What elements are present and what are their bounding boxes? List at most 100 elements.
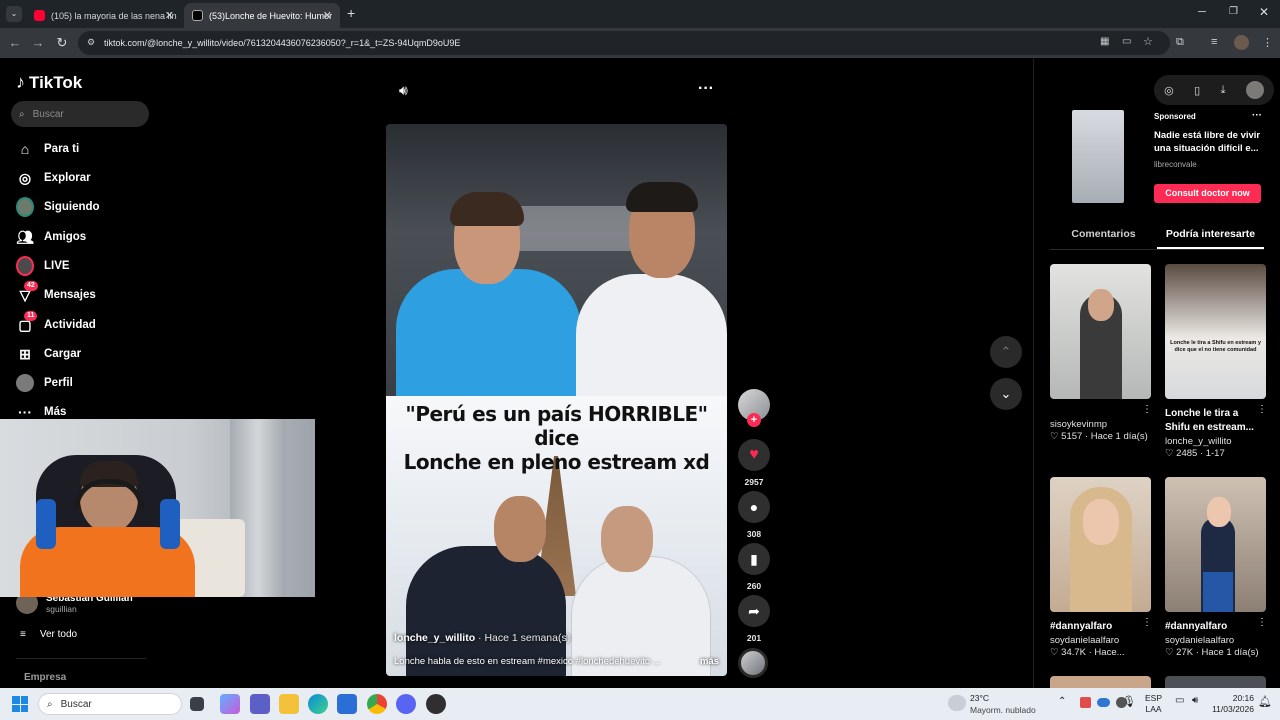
card-user[interactable]: lonche_y_willito xyxy=(1165,436,1266,447)
search-input[interactable]: ⌕ Buscar xyxy=(11,101,149,127)
obs-icon[interactable] xyxy=(426,694,446,714)
more-button[interactable]: más xyxy=(700,656,719,667)
back-icon[interactable]: ← xyxy=(7,35,23,50)
recommended-video-card[interactable]: #dannyalfaro soydanielaalfaro ♡ 27K · Ha… xyxy=(1165,477,1267,658)
sound-disc-button[interactable] xyxy=(738,648,770,678)
comment-button[interactable]: ● 308 xyxy=(738,491,770,539)
video-thumbnail[interactable] xyxy=(1050,264,1151,399)
reading-list-icon[interactable]: ≡ xyxy=(1211,36,1217,48)
share-button[interactable]: ➦ 201 xyxy=(738,595,770,643)
site-info-icon[interactable]: ⚙ xyxy=(87,37,95,48)
save-button[interactable]: ▮ 260 xyxy=(738,543,770,591)
recommended-video-card[interactable]: #dannyalfaro soydanielaalfaro ♡ 34.7K · … xyxy=(1050,477,1152,658)
recommended-video-card[interactable]: Lonche le tira a Shifu en estream y dice… xyxy=(1165,264,1267,459)
teams-icon[interactable] xyxy=(250,694,270,714)
bookmark-star-icon[interactable]: ☆ xyxy=(1143,35,1153,48)
cast-icon[interactable]: ▭ xyxy=(1122,36,1131,47)
browser-tab-tiktok[interactable]: (53)Lonche de Huevito: Humor ✕ xyxy=(184,3,340,28)
ad-cta-button[interactable]: Consult doctor now xyxy=(1154,184,1261,203)
sidebar-item-cargar[interactable]: ⊞ Cargar xyxy=(16,345,81,363)
new-tab-button[interactable]: + xyxy=(347,5,355,21)
tab-podria-interesarte[interactable]: Podría interesarte xyxy=(1157,228,1264,249)
author-name[interactable]: lonche_y_willito xyxy=(394,632,475,644)
close-window-icon[interactable]: ✕ xyxy=(1259,5,1269,19)
address-bar[interactable]: ⚙ tiktok.com/@lonche_y_willito/video/761… xyxy=(78,31,1170,55)
translate-icon[interactable]: ▦ xyxy=(1100,36,1109,47)
close-icon[interactable]: ✕ xyxy=(323,9,332,22)
card-title[interactable]: #dannyalfaro xyxy=(1050,620,1151,634)
minimize-icon[interactable]: ─ xyxy=(1198,6,1206,18)
windows-start-icon[interactable] xyxy=(12,696,28,712)
tray-chevron-icon[interactable]: ⌃ xyxy=(1058,696,1066,707)
weather-temp[interactable]: 23°C xyxy=(970,693,989,703)
phone-icon[interactable]: ▯ xyxy=(1194,84,1200,97)
tab-list-dropdown-icon[interactable]: ⌄ xyxy=(6,6,22,22)
microphone-icon[interactable]: 🎙︎ xyxy=(1122,695,1136,708)
copilot-icon[interactable] xyxy=(220,694,240,714)
ad-thumbnail[interactable] xyxy=(1072,110,1124,203)
download-icon[interactable]: ⤓ xyxy=(1221,84,1226,97)
sidebar-item-siguiendo[interactable]: Siguiendo xyxy=(16,197,100,217)
tray-icons[interactable] xyxy=(1080,697,1127,708)
sponsored-ad[interactable]: Sponsored ··· Nadie está libre de vivir … xyxy=(1052,110,1262,205)
wifi-icon[interactable]: ▭ xyxy=(1175,695,1184,706)
sidebar-item-mensajes[interactable]: ▽ 42 Mensajes xyxy=(16,281,96,304)
ad-options-icon[interactable]: ··· xyxy=(1252,110,1262,121)
card-user[interactable]: soydanielaalfaro xyxy=(1050,635,1151,646)
like-button[interactable]: ♥ 2957 xyxy=(738,439,770,487)
sidebar-item-explorar[interactable]: ◎ Explorar xyxy=(16,169,91,187)
taskbar-search[interactable]: ⌕ Buscar xyxy=(38,693,182,715)
card-options-icon[interactable]: ⋮ xyxy=(1257,617,1267,628)
weather-icon[interactable] xyxy=(948,695,966,711)
sidebar-item-perfil[interactable]: Perfil xyxy=(16,374,73,392)
next-video-button[interactable]: ⌄ xyxy=(990,378,1022,410)
profile-avatar[interactable] xyxy=(1234,35,1249,50)
creator-avatar-button[interactable]: + xyxy=(738,389,770,427)
reload-icon[interactable]: ↻ xyxy=(54,35,70,51)
card-title[interactable]: #dannyalfaro xyxy=(1165,620,1266,634)
browser-tab-youtube[interactable]: (105) la mayoria de las nena lin ✕ xyxy=(26,3,182,28)
sidebar-item-para-ti[interactable]: ⌂ Para ti xyxy=(16,140,79,158)
card-options-icon[interactable]: ⋮ xyxy=(1142,404,1152,415)
onedrive-icon[interactable] xyxy=(1097,698,1110,707)
restore-icon[interactable]: ❐ xyxy=(1229,6,1238,17)
chrome-icon[interactable] xyxy=(367,694,387,714)
card-options-icon[interactable]: ⋮ xyxy=(1142,617,1152,628)
sidebar-item-live[interactable]: LIVE xyxy=(16,256,70,276)
discord-icon[interactable] xyxy=(396,694,416,714)
tray-app-icon[interactable] xyxy=(1080,697,1091,708)
previous-video-button[interactable]: ⌃ xyxy=(990,336,1022,368)
video-thumbnail[interactable] xyxy=(1050,477,1151,612)
follow-plus-icon[interactable]: + xyxy=(747,413,761,427)
weather-desc[interactable]: Mayorm. nublado xyxy=(970,705,1036,715)
extensions-icon[interactable]: ⧉ xyxy=(1176,36,1184,49)
store-icon[interactable] xyxy=(337,694,357,714)
footer-link-empresa[interactable]: Empresa xyxy=(24,672,66,683)
sidebar-item-amigos[interactable]: 👥︎ Amigos xyxy=(16,228,86,246)
video-player[interactable]: "Perú es un país HORRIBLE" dice Lonche e… xyxy=(386,124,727,676)
card-user[interactable]: sisoykevinmp xyxy=(1050,419,1151,430)
notification-bell-icon[interactable]: 🔔︎ xyxy=(1258,695,1272,708)
card-options-icon[interactable]: ⋮ xyxy=(1257,404,1267,415)
tab-comentarios[interactable]: Comentarios xyxy=(1050,228,1157,249)
card-user[interactable]: soydanielaalfaro xyxy=(1165,635,1266,646)
task-view-icon[interactable] xyxy=(190,697,204,711)
sidebar-item-actividad[interactable]: ▢ 11 Actividad xyxy=(16,311,96,334)
avatar[interactable] xyxy=(1245,81,1264,99)
language-indicator[interactable]: ESP LAA xyxy=(1145,693,1162,715)
speaker-icon[interactable]: 🔊︎ xyxy=(1192,695,1198,706)
clock[interactable]: 20:16 11/03/2026 xyxy=(1206,693,1254,715)
tiktok-logo[interactable]: ♪ TikTok xyxy=(16,72,82,93)
video-options-icon[interactable]: ··· xyxy=(698,80,714,98)
close-icon[interactable]: ✕ xyxy=(165,9,174,22)
see-all-button[interactable]: ≡ Ver todo xyxy=(20,629,77,640)
video-thumbnail[interactable]: Lonche le tira a Shifu en estream y dice… xyxy=(1165,264,1266,399)
compass-icon[interactable]: ◎ xyxy=(1164,84,1174,97)
recommended-video-card[interactable]: sisoykevinmp ♡ 5157 · Hace 1 día(s) ⋮ xyxy=(1050,264,1152,442)
card-title[interactable]: Lonche le tira a Shifu en estream... xyxy=(1165,407,1266,435)
menu-kebab-icon[interactable]: ⋮ xyxy=(1262,36,1273,49)
volume-icon[interactable]: 🔊︎ xyxy=(399,82,408,99)
video-author[interactable]: lonche_y_willito · Hace 1 semana(s) xyxy=(394,632,570,644)
file-explorer-icon[interactable] xyxy=(279,694,299,714)
edge-icon[interactable] xyxy=(308,694,328,714)
